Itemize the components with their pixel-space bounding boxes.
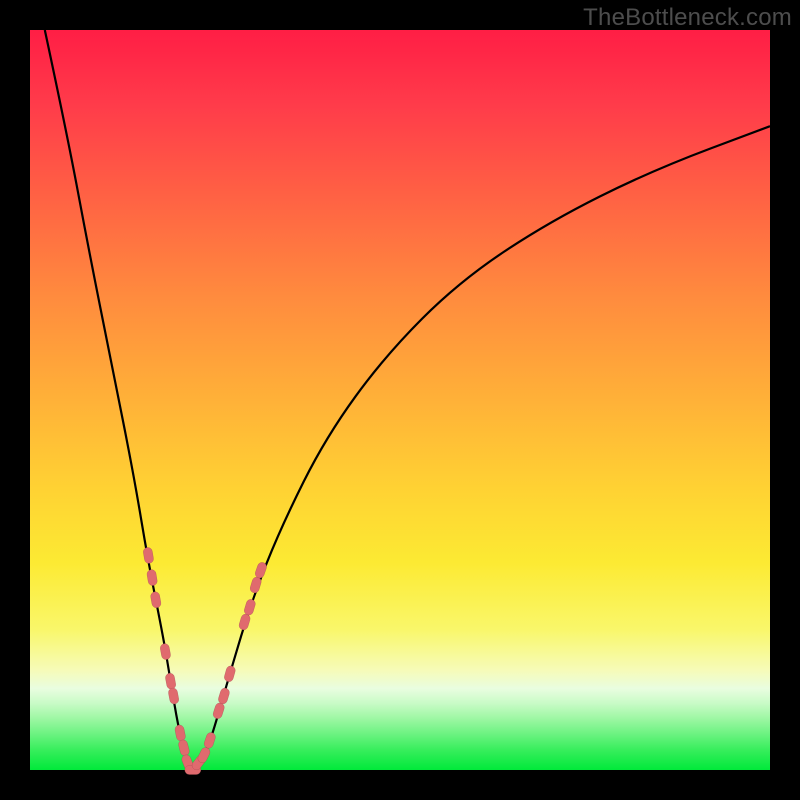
curve-marker xyxy=(168,687,180,704)
watermark-text: TheBottleneck.com xyxy=(583,4,792,32)
curve-layer xyxy=(30,30,770,770)
curve-marker xyxy=(150,591,162,608)
curve-marker xyxy=(165,673,177,690)
bottleneck-curve xyxy=(45,30,770,768)
curve-marker xyxy=(174,724,186,741)
curve-marker xyxy=(143,547,155,564)
curve-marker xyxy=(146,569,158,586)
marker-layer xyxy=(143,547,268,775)
curve-marker xyxy=(178,739,191,757)
curve-marker xyxy=(243,598,256,616)
curve-marker xyxy=(223,665,236,683)
curve-marker xyxy=(212,702,225,720)
curve-marker xyxy=(238,613,251,631)
chart-frame: TheBottleneck.com xyxy=(0,0,800,800)
curve-marker xyxy=(160,643,172,660)
curve-marker xyxy=(217,687,230,705)
curve-marker xyxy=(203,731,217,749)
plot-area xyxy=(30,30,770,770)
curve-marker xyxy=(249,576,262,594)
